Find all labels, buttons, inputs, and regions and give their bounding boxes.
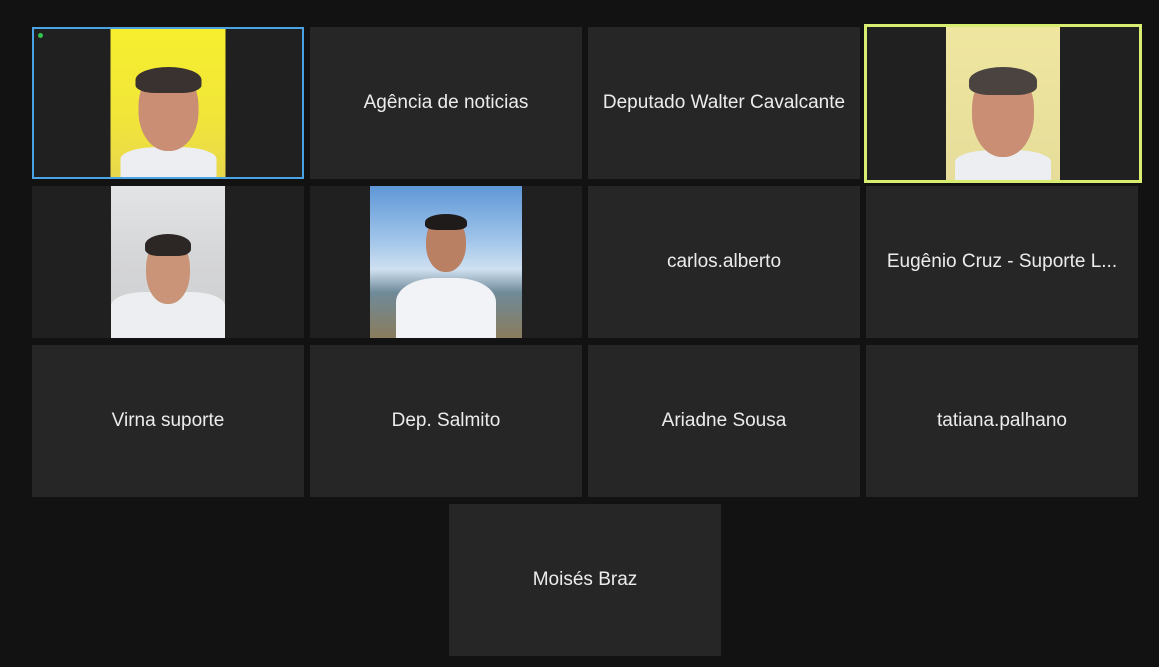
participant-name: Dep. Salmito [391,410,501,431]
participant-tile[interactable]: Dep. Salmito [310,345,582,497]
participant-tile[interactable]: Agência de noticias [310,27,582,179]
participant-name: carlos.alberto [666,251,782,272]
participant-tile-video[interactable] [864,24,1142,183]
participant-tile[interactable]: carlos.alberto [588,186,860,338]
participant-name: Virna suporte [111,410,225,431]
participant-name: Ariadne Sousa [661,410,787,431]
participant-tile[interactable]: Ariadne Sousa [588,345,860,497]
participant-video [946,27,1060,180]
participant-tile[interactable]: Virna suporte [32,345,304,497]
participant-name: Moisés Braz [532,569,638,590]
participant-tile[interactable]: Eugênio Cruz - Suporte L... [866,186,1138,338]
participant-video [111,186,225,338]
status-dot-icon [38,33,43,38]
participant-tile[interactable]: Moisés Braz [449,504,721,656]
participant-tile-video[interactable] [32,27,304,179]
participant-video [370,186,522,338]
participant-tile-video[interactable] [32,186,304,338]
participant-video [110,29,226,177]
participant-tile[interactable]: Deputado Walter Cavalcante [588,27,860,179]
participant-name: Deputado Walter Cavalcante [602,92,846,113]
participant-tile[interactable]: tatiana.palhano [866,345,1138,497]
participant-name: tatiana.palhano [937,410,1067,431]
participant-tile-video[interactable] [310,186,582,338]
participant-name: Agência de noticias [363,92,529,113]
participant-name: Eugênio Cruz - Suporte L... [886,251,1118,272]
